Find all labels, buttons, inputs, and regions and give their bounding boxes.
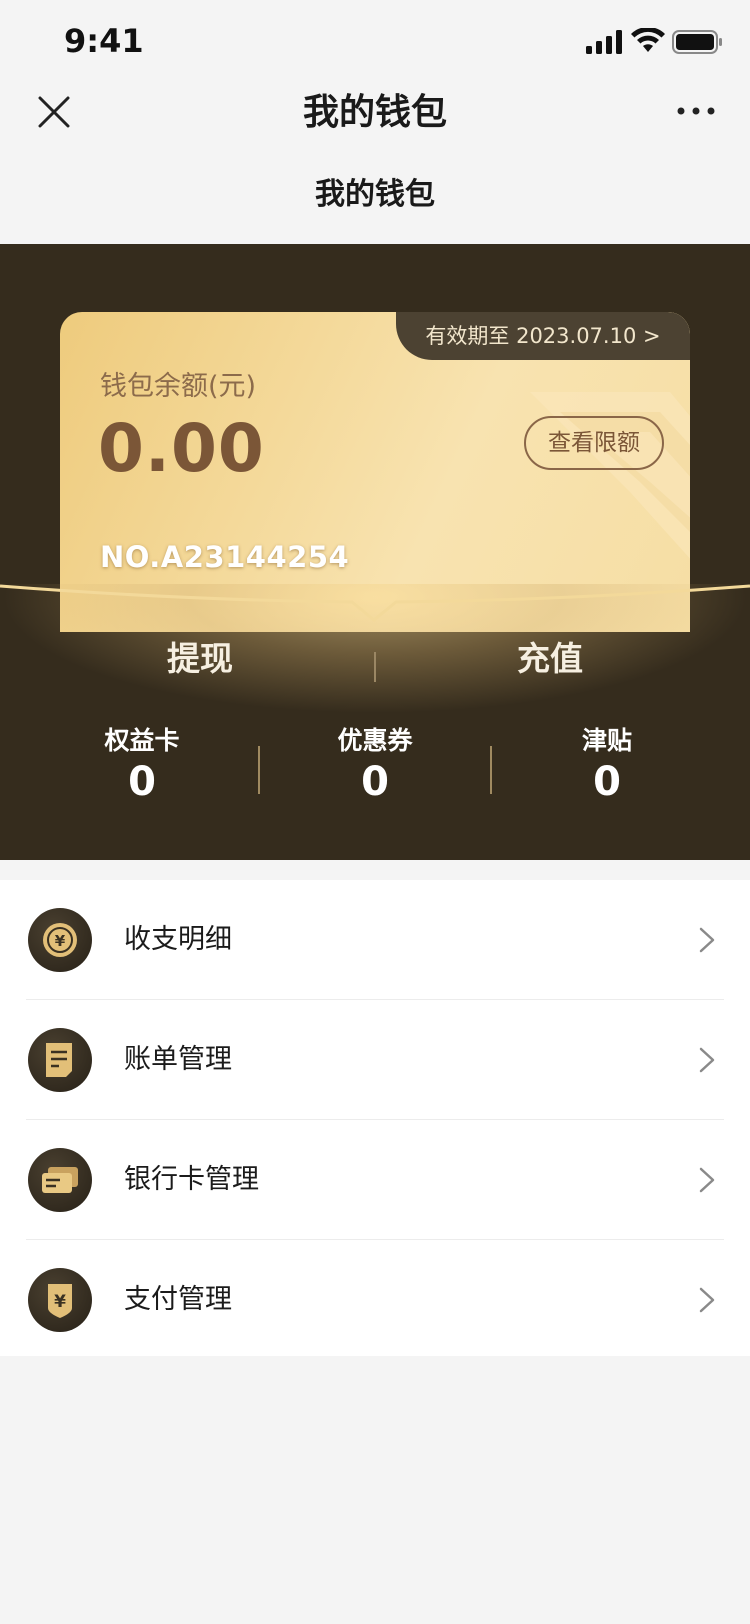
- expiry-tab[interactable]: 有效期至 2023.07.10 >: [396, 312, 690, 360]
- chevron-right-icon: [699, 1287, 715, 1313]
- action-row: 提现 充值: [0, 624, 750, 704]
- stat-value: 0: [593, 759, 621, 805]
- menu-label: 支付管理: [124, 1284, 232, 1315]
- coin-icon: ¥: [28, 908, 92, 972]
- menu-label: 收支明细: [124, 924, 232, 955]
- stat-value: 0: [128, 759, 156, 805]
- sub-title: 我的钱包: [315, 177, 435, 212]
- status-time: 9:41: [64, 22, 144, 60]
- menu-item-payment-management[interactable]: ¥ 支付管理: [0, 1240, 750, 1360]
- stats-row: 权益卡 0 优惠券 0 津贴 0: [0, 724, 750, 824]
- balance-value: 0.00: [98, 410, 265, 487]
- signal-icon: [586, 30, 622, 54]
- menu-list: ¥ 收支明细 账单管理 银行卡管理 ¥ 支付管理: [0, 880, 750, 1356]
- stat-label: 优惠券: [337, 726, 413, 755]
- stat-coupon[interactable]: 优惠券 0: [285, 724, 465, 806]
- card-decoration: [530, 392, 690, 559]
- stat-benefit-card[interactable]: 权益卡 0: [52, 724, 232, 806]
- bank-card-icon: [28, 1148, 92, 1212]
- status-bar: 9:41: [0, 0, 750, 88]
- payment-shield-icon: ¥: [28, 1268, 92, 1332]
- battery-icon: [672, 30, 722, 54]
- stat-allowance[interactable]: 津贴 0: [517, 724, 697, 806]
- svg-text:¥: ¥: [55, 932, 66, 950]
- card-number: NO.A23144254: [100, 540, 350, 574]
- more-icon[interactable]: [676, 104, 716, 118]
- action-divider: [374, 652, 376, 682]
- wifi-icon: [631, 28, 665, 52]
- wallet-hero: 有效期至 2023.07.10 > 钱包余额(元) 0.00 查看限额 NO.A…: [0, 244, 750, 860]
- view-limit-button[interactable]: 查看限额: [524, 416, 664, 470]
- menu-item-transactions[interactable]: ¥ 收支明细: [0, 880, 750, 1000]
- stat-value: 0: [361, 759, 389, 805]
- page-title: 我的钱包: [302, 92, 447, 133]
- chevron-right-icon: [699, 1167, 715, 1193]
- stat-label: 津贴: [581, 726, 632, 755]
- stat-divider: [490, 746, 492, 794]
- stat-label: 权益卡: [104, 726, 180, 755]
- menu-label: 银行卡管理: [124, 1164, 259, 1195]
- sub-title-bar: 我的钱包: [0, 150, 750, 244]
- withdraw-button[interactable]: 提现: [130, 624, 270, 694]
- menu-label: 账单管理: [124, 1044, 232, 1075]
- svg-text:¥: ¥: [54, 1292, 66, 1312]
- balance-label: 钱包余额(元): [100, 371, 257, 402]
- chevron-right-icon: [699, 927, 715, 953]
- bill-icon: [28, 1028, 92, 1092]
- menu-item-bill-management[interactable]: 账单管理: [0, 1000, 750, 1120]
- recharge-button[interactable]: 充值: [480, 624, 620, 694]
- chevron-right-icon: [699, 1047, 715, 1073]
- menu-item-bank-cards[interactable]: 银行卡管理: [0, 1120, 750, 1240]
- stat-divider: [258, 746, 260, 794]
